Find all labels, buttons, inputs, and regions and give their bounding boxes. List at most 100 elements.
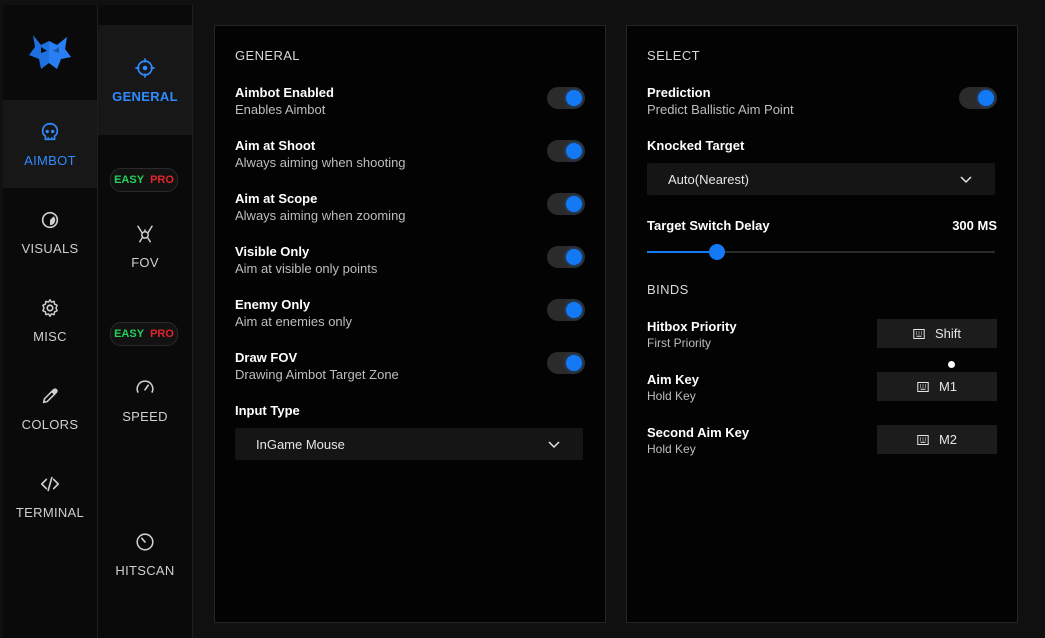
setting-subtitle: Drawing Aimbot Target Zone	[235, 367, 399, 382]
knocked-target-label: Knocked Target	[647, 138, 745, 153]
section-title: SELECT	[647, 48, 700, 63]
setting-subtitle: Aim at enemies only	[235, 314, 353, 329]
main-sidebar: AIMBOT VISUALS MISC COLORS TERMINAL	[3, 5, 98, 638]
wolf-logo-icon	[3, 5, 97, 100]
subnav-item-general[interactable]: GENERAL	[98, 25, 192, 135]
toggle-switch[interactable]	[547, 299, 585, 321]
toggle-knob	[566, 196, 582, 212]
mode-badge[interactable]: EASY PRO	[110, 322, 178, 346]
setting-title: Enemy Only	[235, 297, 311, 312]
toggle-row-aim-at-shoot: Aim at Shoot Always aiming when shooting	[235, 138, 585, 172]
subnav-item-label: GENERAL	[112, 88, 178, 104]
toggle-switch[interactable]	[547, 246, 585, 268]
setting-subtitle: Enables Aimbot	[235, 102, 326, 117]
code-icon	[40, 476, 60, 491]
section-title: BINDS	[647, 282, 689, 297]
toggle-switch[interactable]	[547, 140, 585, 162]
subnav-item-hitscan[interactable]: HITSCAN	[98, 508, 192, 600]
general-panel: GENERAL Aimbot Enabled Enables Aimbot Ai…	[214, 25, 606, 623]
dropdown-value: Auto(Nearest)	[668, 171, 749, 187]
hitbox-priority-key-button[interactable]: Shift	[877, 319, 997, 348]
toggle-row-aimbot-enabled: Aimbot Enabled Enables Aimbot	[235, 85, 585, 119]
chevron-down-icon	[548, 441, 560, 449]
badge-pro: PRO	[150, 174, 174, 186]
toggle-switch[interactable]	[547, 352, 585, 374]
slider-thumb[interactable]	[708, 244, 725, 260]
toggle-knob	[566, 302, 582, 318]
setting-title: Visible Only	[235, 244, 310, 259]
subnav-item-label: HITSCAN	[115, 562, 175, 578]
toggle-row-visible-only: Visible Only Aim at visible only points	[235, 244, 585, 278]
fov-icon	[137, 224, 153, 243]
subnav-item-label: FOV	[131, 254, 159, 270]
timer-icon	[136, 532, 154, 551]
switch-delay-label: Target Switch Delay	[647, 218, 770, 233]
setting-title: Draw FOV	[235, 350, 298, 365]
toggle-row-draw-fov: Draw FOV Drawing Aimbot Target Zone	[235, 350, 585, 384]
badge-easy: EASY	[114, 174, 145, 186]
nav-item-visuals[interactable]: VISUALS	[3, 188, 97, 276]
nav-item-label: AIMBOT	[24, 152, 76, 168]
key-value: M1	[938, 379, 958, 394]
toggle-knob	[566, 143, 582, 159]
toggle-row-prediction: Prediction Predict Ballistic Aim Point	[647, 85, 997, 119]
aim-key-button[interactable]: M1	[877, 372, 997, 401]
key-value: Shift	[934, 326, 961, 341]
toggle-knob	[566, 90, 582, 106]
subnav-item-fov[interactable]: FOV	[98, 200, 192, 292]
key-value: M2	[938, 432, 958, 447]
nav-item-colors[interactable]: COLORS	[3, 364, 97, 452]
nav-item-label: MISC	[33, 328, 67, 344]
input-type-label: Input Type	[235, 403, 300, 418]
toggle-row-aim-at-scope: Aim at Scope Always aiming when zooming	[235, 191, 585, 225]
nav-item-misc[interactable]: MISC	[3, 276, 97, 364]
subnav-item-speed[interactable]: SPEED	[98, 354, 192, 446]
nav-item-aimbot[interactable]: AIMBOT	[3, 100, 97, 188]
crosshair-icon	[135, 57, 155, 78]
input-type-dropdown[interactable]: InGame Mouse	[235, 428, 583, 460]
mode-badge[interactable]: EASY PRO	[110, 168, 178, 192]
toggle-switch[interactable]	[959, 87, 997, 109]
bind-row-hitbox-priority: Hitbox Priority First Priority Shift	[647, 319, 997, 353]
nav-item-label: VISUALS	[21, 240, 79, 256]
toggle-switch[interactable]	[547, 193, 585, 215]
nav-item-label: COLORS	[21, 416, 79, 432]
switch-delay-value: 300 MS	[952, 218, 997, 233]
select-panel: SELECT Prediction Predict Ballistic Aim …	[626, 25, 1018, 623]
badge-easy: EASY	[114, 328, 145, 340]
keyboard-icon	[917, 381, 929, 392]
bind-row-aim-key: Aim Key Hold Key M1	[647, 372, 997, 406]
dropdown-value: InGame Mouse	[256, 436, 345, 452]
bind-row-second-aim-key: Second Aim Key Hold Key M2	[647, 425, 997, 459]
setting-title: Aim at Shoot	[235, 138, 316, 153]
toggle-knob	[566, 249, 582, 265]
toggle-row-enemy-only: Enemy Only Aim at enemies only	[235, 297, 585, 331]
speedometer-icon	[136, 379, 154, 393]
badge-pro: PRO	[150, 328, 174, 340]
toggle-switch[interactable]	[547, 87, 585, 109]
sub-sidebar: GENERAL EASY PRO FOV EASY PRO SPEED HITS…	[98, 5, 193, 638]
toggle-knob	[566, 355, 582, 371]
toggle-knob	[978, 90, 994, 106]
setting-title: Aimbot Enabled	[235, 85, 334, 100]
keyboard-icon	[917, 434, 929, 445]
nav-item-label: TERMINAL	[15, 504, 85, 520]
setting-title: Prediction	[647, 85, 711, 100]
setting-subtitle: Aim at visible only points	[235, 261, 378, 276]
second-aim-key-button[interactable]: M2	[877, 425, 997, 454]
slider-fill	[647, 251, 717, 253]
setting-subtitle: Always aiming when shooting	[235, 155, 406, 170]
setting-subtitle: Always aiming when zooming	[235, 208, 406, 223]
setting-title: Aim at Scope	[235, 191, 318, 206]
chevron-down-icon	[960, 176, 972, 184]
cursor-dot	[948, 361, 955, 368]
gear-icon	[42, 298, 58, 317]
knocked-target-dropdown[interactable]: Auto(Nearest)	[647, 163, 995, 195]
skull-icon	[41, 122, 59, 140]
section-title: GENERAL	[235, 48, 300, 63]
keyboard-icon	[913, 328, 925, 339]
eye-icon	[41, 211, 59, 228]
setting-subtitle: Predict Ballistic Aim Point	[647, 102, 794, 117]
subnav-item-label: SPEED	[122, 408, 168, 424]
nav-item-terminal[interactable]: TERMINAL	[3, 452, 97, 540]
